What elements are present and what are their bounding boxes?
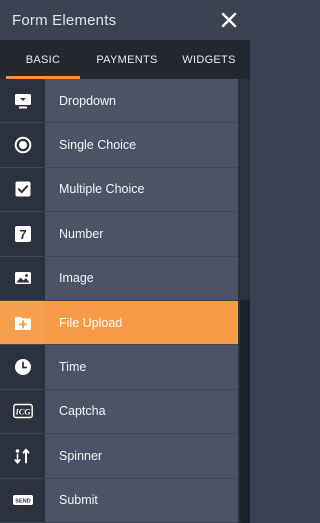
list-item-label: Submit bbox=[45, 478, 238, 522]
svg-text:7: 7 bbox=[19, 227, 26, 242]
tab-payments[interactable]: PAYMENTS bbox=[86, 40, 168, 79]
form-elements-panel: Form Elements BASIC PAYMENTS WIDGETS Dro… bbox=[0, 0, 250, 523]
folder-upload-icon bbox=[0, 300, 45, 345]
list-item-label: Captcha bbox=[45, 389, 238, 434]
tab-bar: BASIC PAYMENTS WIDGETS bbox=[0, 40, 250, 79]
tab-basic[interactable]: BASIC bbox=[0, 40, 86, 79]
list-item-image[interactable]: Image bbox=[0, 256, 238, 301]
checkbox-icon bbox=[0, 167, 45, 212]
captcha-icon: ICG bbox=[0, 389, 45, 434]
list-item-single-choice[interactable]: Single Choice bbox=[0, 123, 238, 168]
list-item-label: Time bbox=[45, 345, 238, 389]
list-item-captcha[interactable]: ICG Captcha bbox=[0, 389, 238, 435]
list-item-label: Single Choice bbox=[45, 123, 238, 167]
panel-title: Form Elements bbox=[12, 11, 117, 29]
list-item-multiple-choice[interactable]: Multiple Choice bbox=[0, 167, 238, 213]
panel-header: Form Elements bbox=[0, 0, 250, 40]
image-icon bbox=[0, 256, 45, 300]
close-icon[interactable] bbox=[220, 11, 238, 29]
spinner-icon bbox=[0, 434, 45, 478]
list-item-label: Image bbox=[45, 256, 238, 300]
radio-icon bbox=[0, 123, 45, 167]
svg-text:ICG: ICG bbox=[14, 407, 31, 417]
svg-text:SEND: SEND bbox=[15, 499, 31, 505]
list-item-label: Multiple Choice bbox=[45, 167, 238, 212]
list-item-label: Number bbox=[45, 212, 238, 256]
list-item-number[interactable]: 7 Number bbox=[0, 212, 238, 257]
list-item-spinner[interactable]: Spinner bbox=[0, 434, 238, 479]
list-item-submit[interactable]: SEND Submit bbox=[0, 478, 238, 523]
submit-icon: SEND bbox=[0, 478, 45, 522]
scrollbar-thumb[interactable] bbox=[240, 300, 250, 523]
list-item-label: Dropdown bbox=[45, 79, 238, 123]
number-icon: 7 bbox=[0, 212, 45, 256]
clock-icon bbox=[0, 345, 45, 389]
dropdown-icon bbox=[0, 79, 45, 123]
list-item-label: File Upload bbox=[45, 300, 238, 345]
list-item-time[interactable]: Time bbox=[0, 345, 238, 390]
list-item-label: Spinner bbox=[45, 434, 238, 478]
elements-list: Dropdown Single Choice Multiple Choice 7… bbox=[0, 79, 238, 523]
tab-widgets[interactable]: WIDGETS bbox=[168, 40, 250, 79]
list-item-dropdown[interactable]: Dropdown bbox=[0, 79, 238, 124]
list-item-file-upload[interactable]: File Upload bbox=[0, 300, 238, 346]
